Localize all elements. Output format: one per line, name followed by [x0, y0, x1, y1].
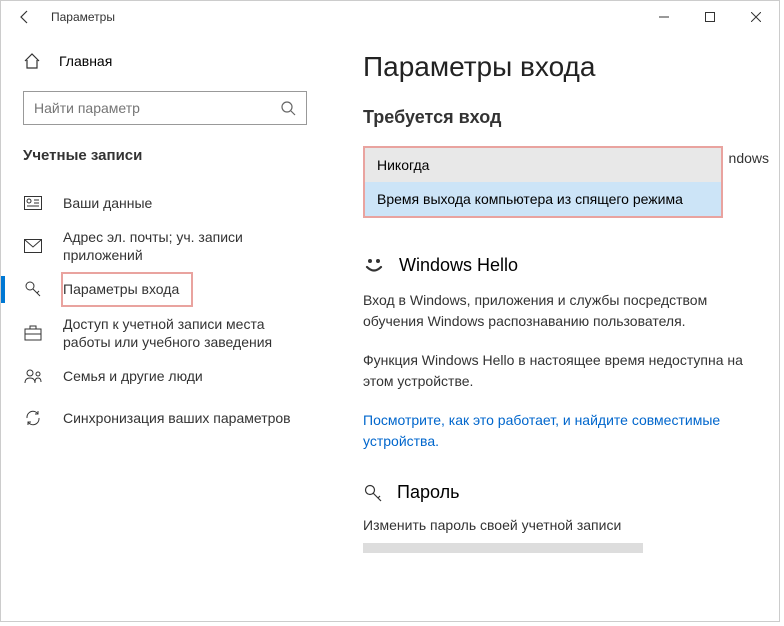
window-title: Параметры [51, 10, 115, 24]
minimize-button[interactable] [641, 1, 687, 33]
home-link[interactable]: Главная [23, 43, 333, 79]
require-signin-heading: Требуется вход [363, 107, 749, 128]
sidebar: Главная Учетные записи Ваши данные [1, 33, 333, 621]
home-icon [23, 52, 41, 70]
hello-learn-more-link[interactable]: Посмотрите, как это работает, и найдите … [363, 410, 749, 452]
sync-icon [23, 408, 43, 428]
nav-list: Ваши данные Адрес эл. почты; уч. записи … [23, 182, 333, 439]
nav-label: Семья и другие люди [63, 367, 203, 385]
password-description: Изменить пароль своей учетной записи [363, 517, 749, 533]
require-signin-dropdown[interactable]: ndows Никогда Время выхода компьютера из… [363, 146, 723, 218]
password-heading: Пароль [363, 482, 749, 503]
page-title: Параметры входа [363, 51, 749, 83]
back-button[interactable] [11, 3, 39, 31]
section-title: Учетные записи [23, 147, 333, 164]
window-controls [641, 1, 779, 33]
nav-item-family[interactable]: Семья и другие люди [23, 355, 333, 397]
titlebar: Параметры [1, 1, 779, 33]
main-content: Параметры входа Требуется вход ndows Ник… [333, 33, 779, 621]
hello-unavailable: Функция Windows Hello в настоящее время … [363, 350, 749, 392]
dropdown-option-sleep[interactable]: Время выхода компьютера из спящего режим… [365, 182, 721, 216]
truncated-text: ndows [729, 150, 769, 166]
key-icon [23, 279, 43, 299]
briefcase-icon [23, 323, 43, 343]
person-card-icon [23, 193, 43, 213]
maximize-button[interactable] [687, 1, 733, 33]
smile-icon [363, 254, 385, 276]
nav-item-your-info[interactable]: Ваши данные [23, 182, 333, 224]
mail-icon [23, 236, 43, 256]
hello-title: Windows Hello [399, 255, 518, 276]
search-box[interactable] [23, 91, 307, 125]
nav-item-signin-options[interactable]: Параметры входа [23, 268, 333, 310]
password-change-button[interactable] [363, 543, 643, 553]
nav-item-sync[interactable]: Синхронизация ваших параметров [23, 397, 333, 439]
password-title: Пароль [397, 482, 459, 503]
nav-label: Ваши данные [63, 194, 152, 212]
nav-label: Доступ к учетной записи места работы или… [63, 315, 313, 351]
settings-window: Параметры Главная [0, 0, 780, 622]
search-icon [280, 100, 296, 116]
key-icon [363, 483, 383, 503]
nav-item-email[interactable]: Адрес эл. почты; уч. записи приложений [23, 224, 333, 268]
nav-label: Синхронизация ваших параметров [63, 409, 291, 427]
search-input[interactable] [34, 100, 280, 116]
nav-item-work-access[interactable]: Доступ к учетной записи места работы или… [23, 311, 333, 355]
close-button[interactable] [733, 1, 779, 33]
hello-description: Вход в Windows, приложения и службы поср… [363, 290, 749, 332]
dropdown-option-never[interactable]: Никогда [365, 148, 721, 182]
nav-label: Параметры входа [61, 272, 193, 306]
home-label: Главная [59, 53, 112, 69]
windows-hello-heading: Windows Hello [363, 254, 749, 276]
nav-label: Адрес эл. почты; уч. записи приложений [63, 228, 313, 264]
people-icon [23, 366, 43, 386]
